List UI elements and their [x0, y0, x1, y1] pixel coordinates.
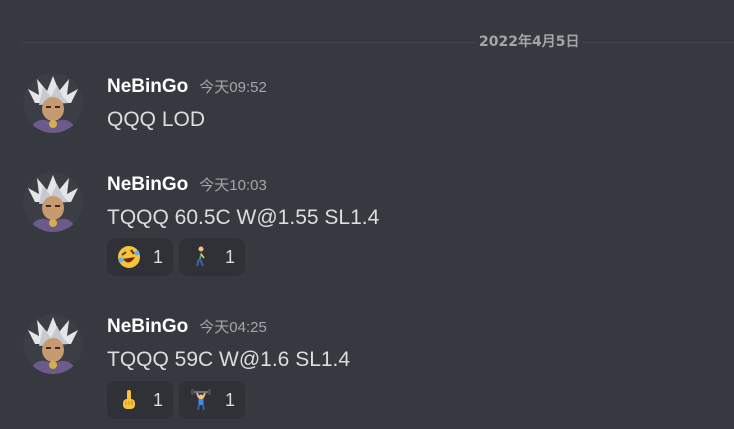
- person-walking-icon: [189, 245, 213, 269]
- message-header: NeBinGo 今天09:52: [107, 76, 267, 98]
- message-content: TQQQ 60.5C W@1.55 SL1.4: [107, 206, 380, 229]
- reaction-count: 1: [153, 389, 164, 410]
- avatar-image: [23, 314, 83, 374]
- rolling-on-floor-laughing-icon: [117, 245, 141, 269]
- reaction-button[interactable]: 1: [179, 381, 245, 419]
- person-lifting-weights-icon: [189, 388, 213, 412]
- message-header: NeBinGo 今天04:25: [107, 316, 267, 338]
- reaction-count: 1: [225, 246, 236, 267]
- message-header: NeBinGo 今天10:03: [107, 174, 267, 196]
- date-divider-line: [22, 42, 734, 43]
- message-content: QQQ LOD: [107, 108, 206, 131]
- reaction-count: 1: [225, 389, 236, 410]
- message-content: TQQQ 59C W@1.6 SL1.4: [107, 348, 351, 371]
- timestamp[interactable]: 今天09:52: [199, 76, 267, 97]
- timestamp[interactable]: 今天10:03: [199, 174, 267, 195]
- avatar[interactable]: [23, 172, 83, 232]
- date-divider-label: 2022年4月5日: [475, 32, 584, 52]
- reaction-button[interactable]: 1: [107, 238, 173, 276]
- reaction-button[interactable]: 1: [179, 238, 245, 276]
- index-pointing-up-icon: [117, 388, 141, 412]
- avatar-image: [23, 172, 83, 232]
- username[interactable]: NeBinGo: [107, 316, 188, 338]
- avatar[interactable]: [23, 314, 83, 374]
- username[interactable]: NeBinGo: [107, 76, 188, 98]
- reactions-bar: 1 1: [107, 238, 245, 276]
- reactions-bar: 1 1: [107, 381, 245, 419]
- reaction-button[interactable]: 1: [107, 381, 173, 419]
- timestamp[interactable]: 今天04:25: [199, 316, 267, 337]
- reaction-count: 1: [153, 246, 164, 267]
- avatar[interactable]: [23, 73, 83, 133]
- avatar-image: [23, 73, 83, 133]
- username[interactable]: NeBinGo: [107, 174, 188, 196]
